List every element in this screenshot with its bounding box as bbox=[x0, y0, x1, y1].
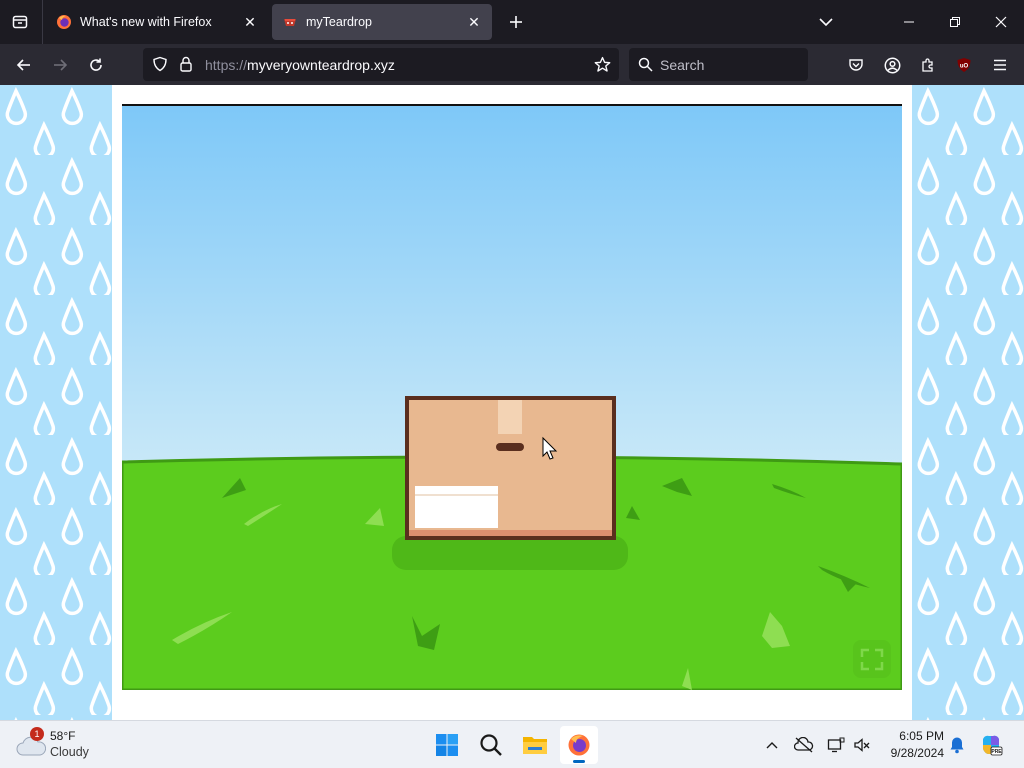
tab-myteardrop[interactable]: myTeardrop ✕ bbox=[272, 4, 492, 40]
search-bar[interactable]: Search bbox=[629, 48, 808, 81]
tab-whats-new[interactable]: What's new with Firefox ✕ bbox=[46, 4, 268, 40]
new-tab-button[interactable] bbox=[502, 8, 530, 36]
fullscreen-button[interactable] bbox=[853, 640, 891, 678]
game-canvas[interactable] bbox=[122, 104, 902, 690]
hamburger-menu-icon bbox=[994, 59, 1006, 71]
app-menu-button[interactable] bbox=[985, 50, 1015, 80]
close-icon bbox=[995, 16, 1007, 28]
start-icon bbox=[436, 734, 458, 756]
forward-button[interactable] bbox=[45, 50, 75, 80]
minimize-icon bbox=[904, 21, 914, 23]
network-icon bbox=[827, 737, 845, 753]
url-text: https://myveryownteardrop.xyz bbox=[205, 57, 395, 73]
start-button[interactable] bbox=[428, 726, 466, 764]
show-hidden-icons-button[interactable] bbox=[760, 733, 784, 757]
restore-button[interactable] bbox=[932, 0, 978, 44]
chevron-down-icon bbox=[819, 18, 833, 27]
tab-title: myTeardrop bbox=[306, 15, 372, 29]
pocket-icon bbox=[849, 59, 863, 71]
svg-text:PRE: PRE bbox=[991, 749, 1002, 755]
file-explorer-button[interactable] bbox=[516, 726, 554, 764]
cardboard-box[interactable] bbox=[405, 396, 616, 540]
lock-icon[interactable] bbox=[179, 56, 193, 72]
copilot-icon: PRE bbox=[983, 735, 1003, 756]
weather-condition: Cloudy bbox=[50, 745, 89, 759]
ublock-origin-icon: uO bbox=[957, 58, 971, 72]
ublock-origin-button[interactable]: uO bbox=[949, 50, 979, 80]
extensions-button[interactable] bbox=[913, 50, 943, 80]
onedrive-tray-button[interactable] bbox=[792, 733, 816, 757]
game-scene[interactable] bbox=[122, 106, 902, 690]
close-tab-icon[interactable]: ✕ bbox=[242, 14, 258, 30]
bell-icon bbox=[950, 737, 964, 754]
firefox-view-button[interactable] bbox=[6, 8, 34, 36]
back-arrow-icon bbox=[16, 59, 30, 71]
clock-date: 9/28/2024 bbox=[890, 746, 944, 760]
close-tab-icon[interactable]: ✕ bbox=[466, 14, 482, 30]
cloud-offline-icon bbox=[794, 737, 814, 753]
windows-taskbar: 1 58°F Cloudy 6:05 PM 9/28/2024 PRE bbox=[0, 720, 1024, 768]
notifications-button[interactable] bbox=[945, 733, 969, 757]
teardrop-favicon bbox=[284, 19, 296, 26]
url-scheme: https:// bbox=[205, 57, 248, 73]
reload-button[interactable] bbox=[81, 50, 111, 80]
chevron-up-icon bbox=[766, 742, 778, 749]
box-shadow bbox=[392, 536, 628, 570]
tab-separator bbox=[42, 0, 43, 44]
restore-icon bbox=[950, 17, 960, 27]
firefox-icon bbox=[57, 15, 71, 29]
list-all-tabs-button[interactable] bbox=[812, 8, 840, 36]
search-placeholder: Search bbox=[660, 57, 705, 73]
speaker-muted-icon bbox=[854, 738, 870, 752]
reload-icon bbox=[90, 58, 102, 71]
address-bar[interactable]: https://myveryownteardrop.xyz bbox=[143, 48, 619, 81]
page-center-column bbox=[112, 85, 912, 720]
shield-icon[interactable] bbox=[152, 56, 168, 72]
system-clock[interactable]: 6:05 PM 9/28/2024 bbox=[876, 728, 944, 762]
forward-arrow-icon bbox=[54, 59, 68, 71]
network-tray-button[interactable] bbox=[824, 733, 848, 757]
weather-widget[interactable]: 1 58°F Cloudy bbox=[16, 727, 116, 763]
url-host: myveryownteardrop.xyz bbox=[247, 57, 395, 73]
svg-text:uO: uO bbox=[960, 64, 969, 70]
teardrop-pattern-left bbox=[0, 85, 112, 720]
search-icon bbox=[638, 57, 653, 72]
teardrop-pattern-right bbox=[912, 85, 1024, 720]
weather-badge: 1 bbox=[30, 727, 44, 741]
bookmark-star-icon[interactable] bbox=[594, 56, 611, 73]
volume-tray-button[interactable] bbox=[850, 733, 874, 757]
firefox-icon bbox=[568, 734, 590, 756]
back-button[interactable] bbox=[9, 50, 39, 80]
active-app-indicator bbox=[573, 760, 585, 763]
puzzle-icon bbox=[922, 58, 933, 72]
firefox-view-icon bbox=[12, 15, 28, 29]
search-icon bbox=[480, 734, 502, 756]
account-button[interactable] bbox=[877, 50, 907, 80]
web-page-content bbox=[0, 85, 1024, 720]
file-explorer-icon bbox=[523, 737, 547, 754]
clock-time: 6:05 PM bbox=[899, 729, 944, 743]
taskbar-search-button[interactable] bbox=[472, 726, 510, 764]
minimize-button[interactable] bbox=[886, 0, 932, 44]
weather-temp: 58°F bbox=[50, 729, 76, 743]
plus-icon bbox=[510, 16, 522, 28]
pocket-button[interactable] bbox=[841, 50, 871, 80]
tab-title: What's new with Firefox bbox=[80, 15, 212, 29]
close-window-button[interactable] bbox=[978, 0, 1024, 44]
account-icon bbox=[884, 57, 900, 73]
tab-strip: What's new with Firefox ✕ myTeardrop ✕ bbox=[0, 0, 1024, 44]
firefox-taskbar-button[interactable] bbox=[560, 726, 598, 764]
copilot-button[interactable]: PRE bbox=[979, 733, 1003, 757]
navigation-toolbar: https://myveryownteardrop.xyz Search uO bbox=[0, 44, 1024, 85]
